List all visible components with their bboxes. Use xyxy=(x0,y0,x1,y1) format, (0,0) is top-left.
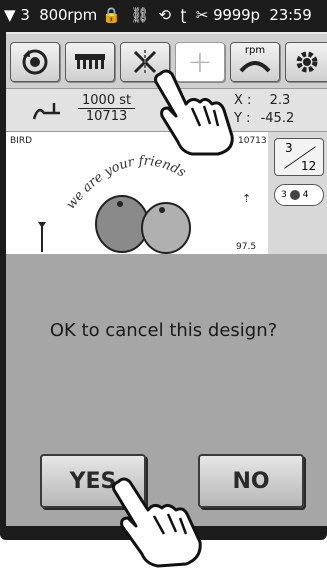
color-step-chip[interactable]: 3 4 xyxy=(274,184,324,206)
stitch-unit: st xyxy=(119,93,132,108)
page-total: 12 xyxy=(301,159,317,173)
cancel-design-icon xyxy=(133,50,157,74)
thread-icon: ʈ xyxy=(180,6,187,24)
design-text: we are your friends xyxy=(63,154,188,213)
side-panel: 3 12 3 4 xyxy=(268,132,327,254)
reset-button[interactable] xyxy=(10,42,60,82)
reset-icon xyxy=(22,49,48,75)
y-coordinate: Y : -45.2 xyxy=(234,111,294,126)
toolbar: + rpm xyxy=(6,32,327,88)
design-name: BIRD xyxy=(10,136,33,146)
needle-bar-button[interactable] xyxy=(65,42,115,82)
stitch-limit: 9999p xyxy=(213,6,260,24)
total-stitches: 10713 xyxy=(85,109,128,124)
needle-bar-icon xyxy=(75,54,105,69)
stitch-counter-icon xyxy=(32,103,60,120)
speed-button[interactable]: rpm xyxy=(230,42,280,82)
needle-icon: ▼ xyxy=(4,6,16,24)
status-bar: ▼ 3 800rpm 🔒 ⛓ ⟲ ʈ ✂ 9999p 23:59 xyxy=(0,0,327,30)
thread-spool-icon xyxy=(289,190,300,200)
speed-readout: 800rpm xyxy=(39,6,97,24)
page-indicator-button[interactable]: 3 12 xyxy=(274,138,324,176)
cancel-design-button[interactable] xyxy=(120,42,170,82)
double-up-icon: ⇡ xyxy=(242,192,252,205)
add-button[interactable]: + xyxy=(175,42,225,82)
yes-button[interactable]: YES xyxy=(40,454,146,508)
lock-icon: 🔒 xyxy=(102,6,121,24)
device-screen: ▼ 3 800rpm 🔒 ⛓ ⟲ ʈ ✂ 9999p 23:59 + rpm 1… xyxy=(0,0,327,540)
height-value: 97.5 xyxy=(236,242,257,252)
color-step: 3 xyxy=(281,190,287,200)
x-value: 2.3 xyxy=(269,93,291,108)
design-stitch-count: 10713 xyxy=(238,136,267,146)
stitch-limit-icon: ✂ xyxy=(195,6,209,24)
color-next: 4 xyxy=(302,190,309,200)
rpm-label: rpm xyxy=(244,45,266,56)
dialog-message: OK to cancel this design? xyxy=(49,320,278,341)
no-button[interactable]: NO xyxy=(198,454,304,508)
plus-icon: + xyxy=(187,44,213,80)
network-icon: ⛓ xyxy=(130,6,149,24)
usb-icon: ⟲ xyxy=(158,6,171,24)
svg-text:we are your friends: we are your friends xyxy=(63,154,188,213)
x-label: X : xyxy=(234,93,252,108)
clock: 23:59 xyxy=(269,6,312,24)
current-stitch: 1000 xyxy=(82,93,116,108)
y-label: Y : xyxy=(234,111,251,126)
design-text-arc: we are your friends xyxy=(63,154,188,213)
page-current: 3 xyxy=(285,141,293,155)
y-value: -45.2 xyxy=(260,111,295,126)
needle-position: 3 xyxy=(20,6,30,24)
design-preview: BIRD 10713 we are your friends ⇡ 97.5 3 … xyxy=(6,132,327,254)
stitch-fraction: 1000 st 10713 xyxy=(78,93,136,124)
stitch-info-bar: 1000 st 10713 X : 2.3 Y : -45.2 xyxy=(6,88,327,132)
cancel-confirm-dialog: OK to cancel this design? YES NO xyxy=(6,254,327,526)
settings-button[interactable] xyxy=(285,42,327,82)
x-coordinate: X : 2.3 xyxy=(234,93,290,108)
gear-icon xyxy=(296,51,317,73)
